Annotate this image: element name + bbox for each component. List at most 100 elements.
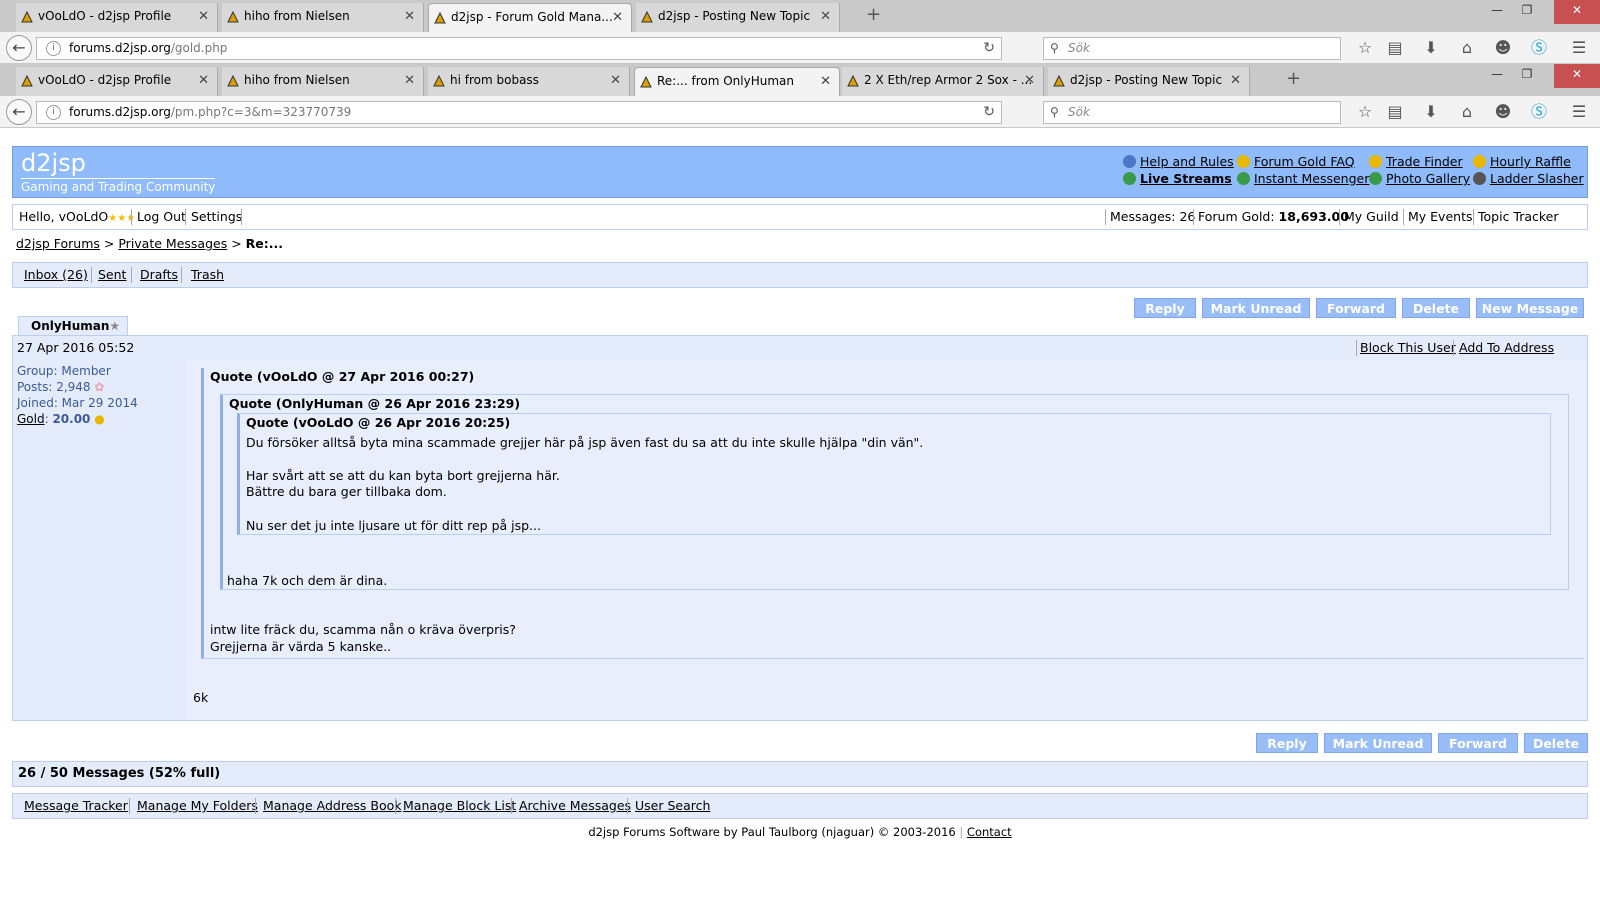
menu-icon[interactable]: ☰ [1570,39,1588,57]
minimize-icon[interactable]: — [1482,64,1512,88]
my-events-link[interactable]: My Events [1408,205,1472,229]
archive-messages-link[interactable]: Archive Messages [519,794,631,818]
tab-profile[interactable]: vOoLdO - d2jsp Profile ✕ [16,67,218,96]
info-icon[interactable]: i [46,41,61,56]
sender-star-icon: ★ [109,319,121,333]
d2jsp-favicon-icon [433,74,445,87]
reading-list-icon[interactable]: ▤ [1386,103,1404,121]
download-icon[interactable]: ⬇ [1422,103,1440,121]
hourly-raffle-link[interactable]: Hourly Raffle [1473,154,1571,169]
skype-icon[interactable]: Ⓢ [1530,103,1548,121]
forum-gold[interactable]: Forum Gold: 18,693.00 [1198,205,1349,229]
chat-icon[interactable]: ☻ [1494,39,1512,57]
back-icon[interactable]: ← [6,35,32,61]
ladder-slasher-link[interactable]: Ladder Slasher [1473,171,1584,186]
breadcrumb: d2jsp Forums > Private Messages > Re:... [16,236,283,251]
folder-drafts[interactable]: Drafts [140,263,178,287]
manage-folders-link[interactable]: Manage My Folders [137,794,258,818]
home-icon[interactable]: ⌂ [1458,103,1476,121]
tab-forum-gold[interactable]: d2jsp - Forum Gold Mana... ✕ [428,3,632,32]
reply-button[interactable]: Reply [1134,298,1196,318]
forum-gold-faq-link[interactable]: Forum Gold FAQ [1237,154,1355,169]
close-tab-icon[interactable]: ✕ [612,4,623,31]
message-tracker-link[interactable]: Message Tracker [24,794,128,818]
close-window-icon[interactable]: ✕ [1554,64,1600,88]
gold-coin-icon[interactable]: ● [94,412,104,426]
close-tab-icon[interactable]: ✕ [198,67,209,94]
minimize-icon[interactable]: — [1482,0,1512,24]
trade-finder-link[interactable]: Trade Finder [1369,154,1463,169]
close-tab-icon[interactable]: ✕ [404,3,415,30]
delete-button[interactable]: Delete [1402,298,1470,318]
tab-bobass[interactable]: hi from bobass ✕ [428,67,630,96]
close-tab-icon[interactable]: ✕ [1024,67,1035,94]
folder-sent[interactable]: Sent [98,263,126,287]
folder-inbox[interactable]: Inbox (26) [24,263,88,287]
close-tab-icon[interactable]: ✕ [610,67,621,94]
bookmark-star-icon[interactable]: ☆ [1356,103,1374,121]
tab-onlyhuman[interactable]: Re:... from OnlyHuman ✕ [634,67,840,96]
download-icon[interactable]: ⬇ [1422,39,1440,57]
manage-block-list-link[interactable]: Manage Block List [403,794,516,818]
reload-icon[interactable]: ↻ [983,102,995,123]
close-tab-icon[interactable]: ✕ [198,3,209,30]
contact-link[interactable]: Contact [967,825,1012,839]
close-window-icon[interactable]: ✕ [1554,0,1600,24]
reply-button-bottom[interactable]: Reply [1256,733,1318,753]
restore-icon[interactable]: ❐ [1512,0,1542,24]
site-logo[interactable]: d2jsp [21,149,86,177]
sender-tab[interactable]: OnlyHuman★ [18,316,128,335]
user-search-link[interactable]: User Search [635,794,710,818]
new-tab-icon[interactable]: + [866,4,881,25]
tab-posting[interactable]: d2jsp - Posting New Topic ✕ [636,3,840,32]
search-input[interactable]: ⚲ Sök [1043,37,1341,60]
live-streams-link[interactable]: Live Streams [1123,171,1232,186]
tab-nielsen[interactable]: hiho from Nielsen ✕ [222,67,424,96]
breadcrumb-private-messages[interactable]: Private Messages [118,236,227,251]
reading-list-icon[interactable]: ▤ [1386,39,1404,57]
topic-tracker-link[interactable]: Topic Tracker [1478,205,1559,229]
mark-unread-button[interactable]: Mark Unread [1202,298,1310,318]
reload-icon[interactable]: ↻ [983,38,995,59]
tab-armor[interactable]: 2 X Eth/rep Armor 2 Sox - ... ✕ [842,67,1044,96]
mark-unread-button-bottom[interactable]: Mark Unread [1324,733,1432,753]
forward-button[interactable]: Forward [1316,298,1396,318]
url-bar[interactable]: i forums.d2jsp.org/gold.php ↻ [36,37,1002,60]
delete-button-bottom[interactable]: Delete [1524,733,1588,753]
block-user-link[interactable]: Block This User [1360,336,1456,360]
close-tab-icon[interactable]: ✕ [820,68,831,95]
url-path: /pm.php?c=3&m=323770739 [170,105,352,119]
restore-icon[interactable]: ❐ [1512,64,1542,88]
bookmark-star-icon[interactable]: ☆ [1356,39,1374,57]
tab-nielsen[interactable]: hiho from Nielsen ✕ [222,3,424,32]
skype-icon[interactable]: Ⓢ [1530,39,1548,57]
gold-link[interactable]: Gold [17,412,45,426]
instant-messenger-link[interactable]: Instant Messenger [1237,171,1369,186]
messages-count[interactable]: Messages: 26 [1110,205,1195,229]
folder-trash[interactable]: Trash [191,263,224,287]
tab-profile[interactable]: vOoLdO - d2jsp Profile ✕ [16,3,218,32]
tab-posting[interactable]: d2jsp - Posting New Topic ✕ [1048,67,1250,96]
my-guild-link[interactable]: My Guild [1344,205,1399,229]
help-rules-link[interactable]: Help and Rules [1123,154,1234,169]
quote-middle-header: Quote (OnlyHuman @ 26 Apr 2016 23:29) [229,396,521,411]
back-icon[interactable]: ← [6,99,32,125]
logout-link[interactable]: Log Out [137,205,186,229]
new-tab-icon[interactable]: + [1286,68,1301,89]
close-tab-icon[interactable]: ✕ [1230,67,1241,94]
menu-icon[interactable]: ☰ [1570,103,1588,121]
breadcrumb-forums[interactable]: d2jsp Forums [16,236,100,251]
divider [1403,209,1404,225]
photo-gallery-link[interactable]: Photo Gallery [1369,171,1470,186]
info-icon[interactable]: i [46,105,61,120]
settings-link[interactable]: Settings [191,205,242,229]
forward-button-bottom[interactable]: Forward [1438,733,1518,753]
close-tab-icon[interactable]: ✕ [820,3,831,30]
home-icon[interactable]: ⌂ [1458,39,1476,57]
chat-icon[interactable]: ☻ [1494,103,1512,121]
search-input[interactable]: ⚲ Sök [1043,101,1341,124]
url-bar[interactable]: i forums.d2jsp.org/pm.php?c=3&m=32377073… [36,101,1002,124]
new-message-button[interactable]: New Message [1476,298,1584,318]
manage-address-book-link[interactable]: Manage Address Book [263,794,402,818]
close-tab-icon[interactable]: ✕ [404,67,415,94]
